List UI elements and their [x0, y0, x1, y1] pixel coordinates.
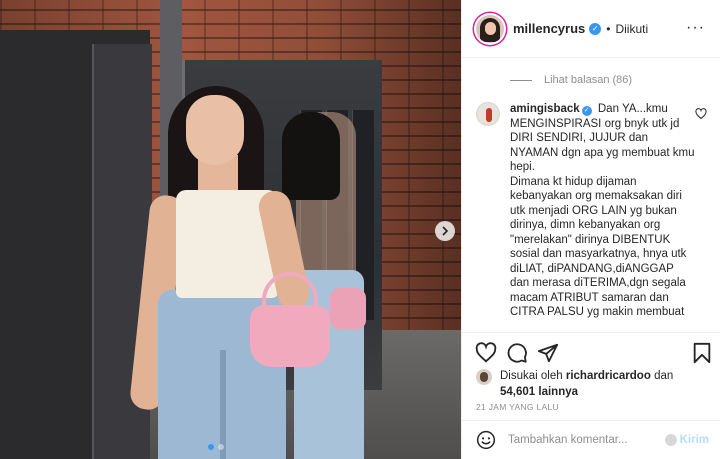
comment-icon[interactable] [506, 342, 528, 364]
pink-handbag [250, 305, 330, 367]
carousel-dot [208, 444, 214, 450]
post-photo[interactable] [0, 0, 461, 459]
carousel-indicator [208, 444, 224, 450]
post-header: millencyrus ✓ • Diikuti ··· [462, 0, 720, 58]
likes-count[interactable]: 54,601 [500, 386, 535, 398]
post-timestamp[interactable]: 21 JAM YANG LALU [476, 402, 559, 412]
post-sidebar: millencyrus ✓ • Diikuti ··· —— —— —— Lih… [461, 0, 720, 459]
action-bar [462, 332, 720, 372]
comments-list[interactable]: —— —— —— Lihat balasan (86) amingisback✓… [462, 58, 720, 332]
bookmark-icon[interactable] [691, 342, 713, 364]
liker-avatar[interactable] [476, 369, 492, 385]
separator-dot: • [606, 21, 611, 36]
verified-badge-icon: ✓ [581, 106, 592, 116]
comment-item: amingisback ✓ Dan YA...kmu MENGINSPIRASI … [476, 102, 707, 320]
comment-heart-icon[interactable] [695, 108, 707, 120]
liker-username[interactable]: richardricardoo [566, 370, 651, 382]
commenter-username[interactable]: amingisback [510, 103, 580, 115]
verified-badge-icon: ✓ [589, 22, 602, 35]
heart-icon[interactable] [475, 342, 497, 364]
next-photo-button[interactable] [435, 221, 455, 241]
comment-input[interactable] [508, 434, 676, 446]
comment-text: Dan YA...kmu MENGINSPIRASI org bnyk utk … [510, 103, 695, 318]
commenter-avatar[interactable] [476, 102, 500, 126]
carousel-dot [218, 444, 224, 450]
post-comment-button[interactable]: Kirim [664, 434, 709, 446]
scrolled-comment-meta: —— —— —— [510, 58, 576, 61]
author-username[interactable]: millencyrus [513, 21, 585, 36]
add-comment-bar: Kirim [462, 420, 720, 459]
chevron-right-icon [442, 226, 449, 236]
liked-by-summary: Disukai oleh richardricardoo dan 54,601 … [476, 368, 707, 400]
person-face [186, 95, 244, 165]
follow-status[interactable]: Diikuti [615, 22, 648, 36]
more-horizontal-icon[interactable]: ··· [686, 20, 705, 36]
emoji-icon[interactable] [476, 430, 496, 450]
author-avatar[interactable] [476, 14, 504, 43]
share-icon[interactable] [537, 342, 559, 364]
view-replies-button[interactable]: Lihat balasan (86) [510, 74, 632, 86]
